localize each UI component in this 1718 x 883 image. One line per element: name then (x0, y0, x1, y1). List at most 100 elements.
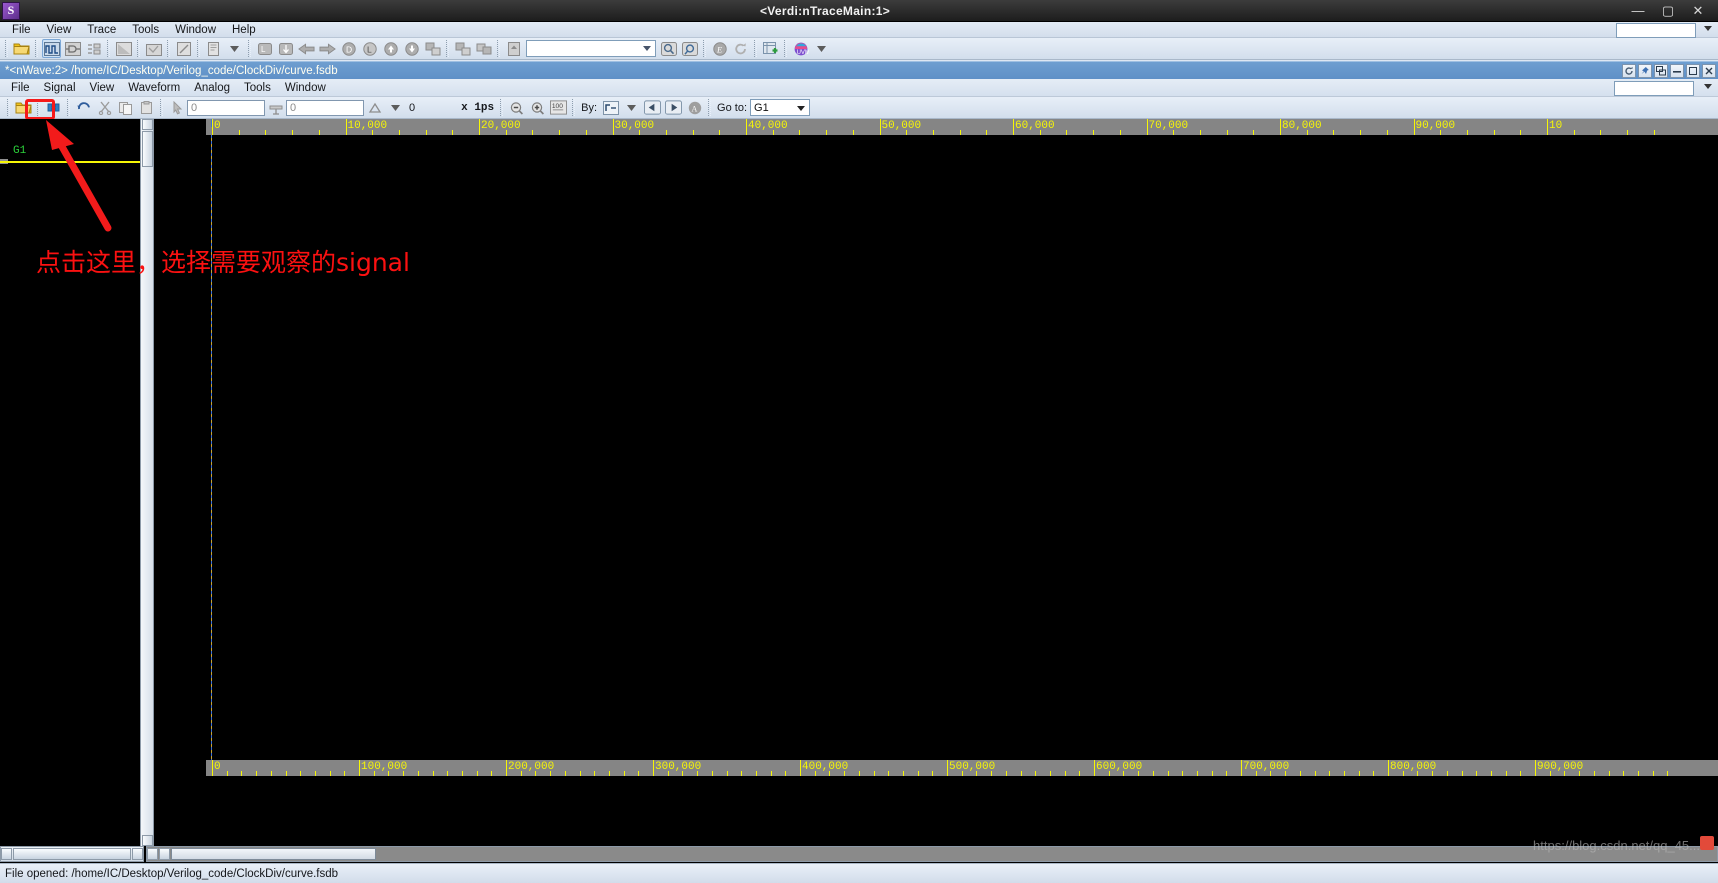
minimize-button[interactable]: — (1630, 3, 1646, 18)
signal-pane-hscrollbar[interactable] (0, 846, 144, 862)
zoom-fit-icon[interactable]: 100 (549, 98, 568, 117)
timescale-ruler-bottom[interactable]: 0 100,000 200,000 300,000 400,000 500,000 600,… (206, 760, 1718, 776)
transcript-down-icon[interactable] (276, 39, 295, 58)
scroll-down-arrow-icon[interactable] (142, 835, 153, 846)
nwave-menu-tools[interactable]: Tools (237, 79, 278, 97)
open-folder-icon[interactable] (12, 39, 31, 58)
report-icon[interactable] (204, 39, 223, 58)
goto-label: Go to: (717, 101, 748, 114)
menu-view[interactable]: View (39, 22, 80, 38)
menubar-chevron-down-icon[interactable] (1704, 26, 1712, 31)
nwave-menu-view[interactable]: View (83, 79, 122, 97)
vscroll-thumb[interactable] (142, 131, 153, 167)
chevron-down-icon[interactable] (812, 39, 831, 58)
nwave-pin-icon[interactable] (1638, 63, 1652, 78)
scroll-page-left-icon[interactable] (147, 848, 158, 860)
hscroll-left-thumb[interactable] (13, 848, 131, 860)
zoom-out-icon[interactable] (507, 98, 526, 117)
scroll-right-arrow-icon[interactable] (132, 848, 143, 860)
menu-trace[interactable]: Trace (79, 22, 124, 38)
nwave-undock-icon[interactable] (1654, 63, 1668, 78)
find-icon[interactable] (680, 39, 699, 58)
ruler-minor-tick (1549, 771, 1551, 776)
nwave-menu-waveform[interactable]: Waveform (121, 79, 187, 97)
goto-combo[interactable]: G1 (750, 99, 811, 116)
delta-icon[interactable] (365, 98, 384, 117)
nwave-menu-file[interactable]: File (4, 79, 37, 97)
hscroll-main-thumb[interactable] (171, 848, 376, 860)
annotate-icon[interactable]: A (685, 98, 704, 117)
scroll-left-arrow-icon[interactable] (1, 848, 12, 860)
edit-icon[interactable] (174, 39, 193, 58)
chevron-down-icon[interactable] (797, 106, 806, 111)
new-window-icon[interactable] (761, 39, 780, 58)
nwave-menu-signal[interactable]: Signal (37, 79, 83, 97)
hierarchy-down-icon[interactable] (453, 39, 472, 58)
search-icon[interactable] (659, 39, 678, 58)
load-icon[interactable]: L (360, 39, 379, 58)
nwave-search-input[interactable] (1614, 81, 1694, 96)
file-browser-icon[interactable] (144, 39, 163, 58)
down-arrow-icon[interactable] (402, 39, 421, 58)
transcript-up-icon[interactable]: L (255, 39, 274, 58)
report-chevron-down-icon[interactable] (225, 39, 244, 58)
uvm-icon[interactable]: UVM (791, 39, 810, 58)
edge-icon[interactable] (601, 98, 620, 117)
toolbar-separator (5, 40, 8, 57)
ruler-tick-label: 90,000 (1415, 120, 1456, 132)
waveform-icon[interactable] (42, 39, 61, 58)
time-field-1[interactable]: 0 (187, 99, 265, 116)
waveform-canvas[interactable] (206, 135, 1718, 760)
hierarchy-next-icon[interactable] (474, 39, 493, 58)
schematic-icon[interactable] (63, 39, 82, 58)
cursor-marker-line[interactable] (211, 135, 212, 760)
hierarchy-up-icon[interactable] (423, 39, 442, 58)
menu-tools[interactable]: Tools (124, 22, 167, 38)
source-window-icon[interactable] (114, 39, 133, 58)
nwave-chevron-down-icon[interactable] (1704, 84, 1712, 89)
copy-icon[interactable] (116, 98, 135, 117)
signal-pane-vscrollbar[interactable] (140, 119, 154, 846)
paste-icon[interactable] (137, 98, 156, 117)
ruler-minor-tick (1226, 771, 1228, 776)
driver-icon[interactable]: D (339, 39, 358, 58)
zoom-in-icon[interactable] (528, 98, 547, 117)
chevron-down-icon[interactable] (643, 46, 651, 51)
nwave-menu-window[interactable]: Window (278, 79, 333, 97)
nwave-restore-icon[interactable] (1686, 63, 1700, 78)
nwave-minimize-icon[interactable] (1670, 63, 1684, 78)
scroll-up-arrow-icon[interactable] (142, 119, 153, 130)
menu-help[interactable]: Help (224, 22, 264, 38)
delta-chevron-down-icon[interactable] (386, 98, 405, 117)
waveform-hscrollbar[interactable] (146, 846, 1718, 862)
expression-icon[interactable]: E (710, 39, 729, 58)
verdi-menubar: File View Trace Tools Window Help (0, 22, 1718, 38)
menubar-search-input[interactable] (1616, 23, 1696, 38)
open-file-icon[interactable] (14, 98, 33, 117)
cut-icon[interactable] (95, 98, 114, 117)
next-edge-icon[interactable] (664, 98, 683, 117)
maximize-button[interactable]: ▢ (1660, 3, 1676, 18)
prev-edge-icon[interactable] (643, 98, 662, 117)
close-button[interactable]: ✕ (1690, 3, 1706, 18)
menu-window[interactable]: Window (167, 22, 224, 38)
toolbar-search-combo[interactable] (526, 40, 656, 57)
nwave-refresh-icon[interactable] (1622, 63, 1636, 78)
get-signals-icon[interactable] (44, 98, 63, 117)
up-arrow-icon[interactable] (381, 39, 400, 58)
menu-file[interactable]: File (4, 22, 39, 38)
time-field-2[interactable]: 0 (286, 99, 364, 116)
undo-icon[interactable] (74, 98, 93, 117)
pointer-icon[interactable] (167, 98, 186, 117)
nwave-close-icon[interactable] (1702, 63, 1716, 78)
scroll-step-left-icon[interactable] (159, 848, 170, 860)
connectivity-icon[interactable] (84, 39, 103, 58)
home-icon[interactable] (504, 39, 523, 58)
timescale-ruler-top[interactable]: 0 10,000 20,000 30,000 40,000 50,000 60,000 70,… (206, 119, 1718, 135)
forward-arrow-icon[interactable] (318, 39, 337, 58)
refresh-icon[interactable] (731, 39, 750, 58)
marker-icon[interactable] (266, 98, 285, 117)
edge-chevron-down-icon[interactable] (622, 98, 641, 117)
nwave-menu-analog[interactable]: Analog (187, 79, 237, 97)
back-arrow-icon[interactable] (297, 39, 316, 58)
